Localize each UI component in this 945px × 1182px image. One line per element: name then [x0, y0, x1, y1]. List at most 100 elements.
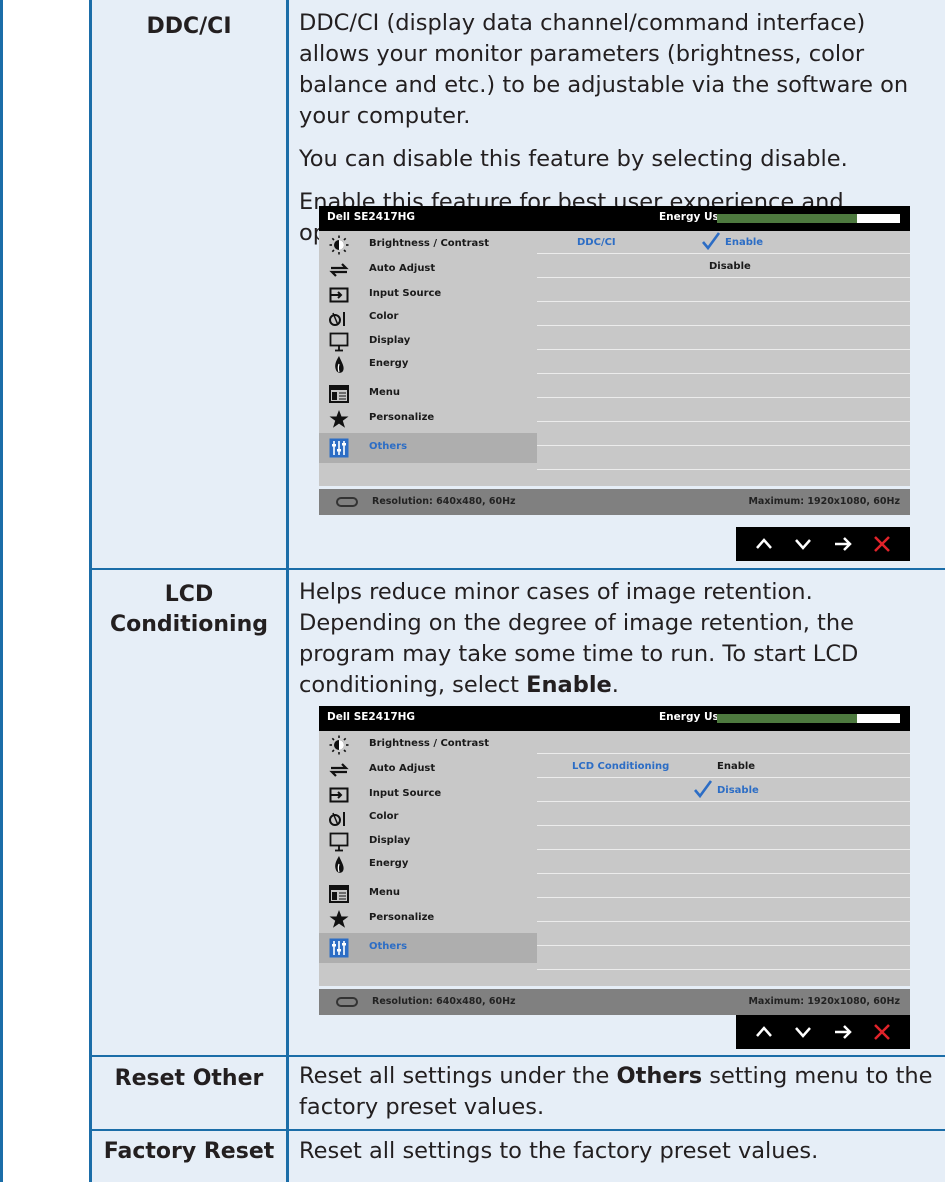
osd-menu-label: Color [369, 811, 399, 822]
osd-setting-row: Disable [537, 255, 910, 278]
osd-menu-item-menu[interactable]: Menu [319, 382, 537, 406]
input-source-icon [328, 283, 350, 307]
osd-menu-label: Brightness / Contrast [369, 738, 489, 749]
osd-menu-item-brightness[interactable]: Brightness / Contrast [319, 233, 537, 257]
osd-empty-row [537, 447, 910, 470]
osd-menu-label: Energy [369, 858, 409, 869]
osd-empty-row [537, 423, 910, 446]
osd-menu-item-brightness[interactable]: Brightness / Contrast [319, 733, 537, 757]
osd-empty-row [537, 875, 910, 898]
osd-menu-item-auto-adjust[interactable]: Auto Adjust [319, 258, 537, 282]
osd-header: Dell SE2417HG Energy Use [319, 706, 910, 731]
down-icon[interactable] [788, 1017, 818, 1047]
resolution-label: Resolution: 640x480, 60Hz [372, 496, 516, 507]
osd-empty-row [537, 827, 910, 850]
osd-menu-item-personalize[interactable]: Personalize [319, 907, 537, 931]
energy-use-bar [717, 214, 900, 223]
menu-icon [328, 382, 350, 406]
osd-menu-item-energy[interactable]: Energy [319, 353, 537, 377]
lcd-option-disable[interactable]: Disable [717, 785, 759, 796]
lcd-conditioning-setting-label: LCD Conditioning [572, 761, 670, 772]
osd-menu-label: Input Source [369, 788, 442, 799]
osd-menu-item-input-source[interactable]: Input Source [319, 283, 537, 307]
reset-other-text: Reset all settings under the [299, 1063, 617, 1089]
osd-menu-label: Color [369, 311, 399, 322]
color-icon [328, 806, 350, 830]
star-icon [328, 407, 350, 431]
enter-icon[interactable] [828, 1017, 858, 1047]
lcd-conditioning-description: Helps reduce minor cases of image retent… [299, 577, 939, 713]
auto-adjust-icon [328, 258, 350, 282]
osd-setting-row: DDC/CI Enable [537, 231, 910, 254]
brightness-icon [328, 233, 350, 257]
osd-header: Dell SE2417HG Energy Use [319, 206, 910, 231]
maximum-resolution-label: Maximum: 1920x1080, 60Hz [748, 996, 900, 1007]
osd-menu-label: Personalize [369, 412, 435, 423]
row-divider [89, 1055, 945, 1057]
osd-empty-row [537, 923, 910, 946]
up-icon[interactable] [749, 1017, 779, 1047]
up-icon[interactable] [749, 529, 779, 559]
reset-other-description: Reset all settings under the Others sett… [299, 1061, 939, 1135]
others-icon [328, 936, 350, 960]
close-icon[interactable] [867, 529, 897, 559]
osd-footer: Resolution: 640x480, 60Hz Maximum: 1920x… [319, 989, 910, 1015]
ddcci-setting-label: DDC/CI [577, 237, 616, 248]
osd-menu-item-display[interactable]: Display [319, 830, 537, 854]
column-divider-2 [286, 0, 289, 1182]
osd-menu-item-others[interactable]: Others [319, 433, 537, 463]
checkmark-icon [702, 232, 721, 250]
close-icon[interactable] [867, 1017, 897, 1047]
ddcci-option-enable[interactable]: Enable [725, 237, 763, 248]
osd-menu-item-personalize[interactable]: Personalize [319, 407, 537, 431]
osd-menu-label: Menu [369, 887, 400, 898]
left-border [0, 0, 3, 1182]
osd-empty-row [537, 303, 910, 326]
factory-reset-description: Reset all settings to the factory preset… [299, 1138, 819, 1164]
osd-menu-item-energy[interactable]: Energy [319, 853, 537, 877]
ddcci-option-disable[interactable]: Disable [709, 261, 751, 272]
ddcci-paragraph-2: You can disable this feature by selectin… [299, 146, 848, 172]
osd-menu-label: Auto Adjust [369, 763, 436, 774]
osd-empty-row [537, 399, 910, 422]
maximum-resolution-label: Maximum: 1920x1080, 60Hz [748, 496, 900, 507]
color-icon [328, 306, 350, 330]
reset-other-title: Reset Other [114, 1066, 264, 1091]
lcd-conditioning-title-line2: Conditioning [110, 612, 268, 637]
osd-menu-item-display[interactable]: Display [319, 330, 537, 354]
ddcci-paragraph-1: DDC/CI (display data channel/command int… [299, 10, 909, 129]
osd-empty-row [537, 803, 910, 826]
osd-empty-row [537, 327, 910, 350]
osd-menu: Brightness / Contrast Auto Adjust Input … [319, 731, 537, 986]
osd-menu-label: Personalize [369, 912, 435, 923]
osd-navigation-bar [736, 527, 910, 561]
input-source-icon [328, 783, 350, 807]
osd-menu: Brightness / Contrast Auto Adjust Input … [319, 231, 537, 486]
row-divider [89, 568, 945, 570]
lcd-option-enable[interactable]: Enable [717, 761, 755, 772]
osd-menu-label: Auto Adjust [369, 263, 436, 274]
vga-connector-icon [336, 997, 358, 1007]
lcd-text-end: . [611, 672, 619, 698]
star-icon [328, 907, 350, 931]
resolution-label: Resolution: 640x480, 60Hz [372, 996, 516, 1007]
down-icon[interactable] [788, 529, 818, 559]
osd-menu-item-color[interactable]: Color [319, 306, 537, 330]
display-icon [328, 330, 350, 354]
factory-reset-title: Factory Reset [103, 1139, 275, 1164]
auto-adjust-icon [328, 758, 350, 782]
osd-menu-label: Display [369, 835, 411, 846]
osd-navigation-bar [736, 1015, 910, 1049]
osd-menu-item-input-source[interactable]: Input Source [319, 783, 537, 807]
osd-menu-item-auto-adjust[interactable]: Auto Adjust [319, 758, 537, 782]
osd-menu-label: Menu [369, 387, 400, 398]
osd-menu-item-others[interactable]: Others [319, 933, 537, 963]
brightness-icon [328, 733, 350, 757]
enter-icon[interactable] [828, 529, 858, 559]
osd-menu-item-menu[interactable]: Menu [319, 882, 537, 906]
energy-use-label: Energy Use [659, 711, 726, 723]
display-icon [328, 830, 350, 854]
osd-menu-item-color[interactable]: Color [319, 806, 537, 830]
osd-empty-row [537, 351, 910, 374]
osd-model-name: Dell SE2417HG [327, 711, 416, 723]
